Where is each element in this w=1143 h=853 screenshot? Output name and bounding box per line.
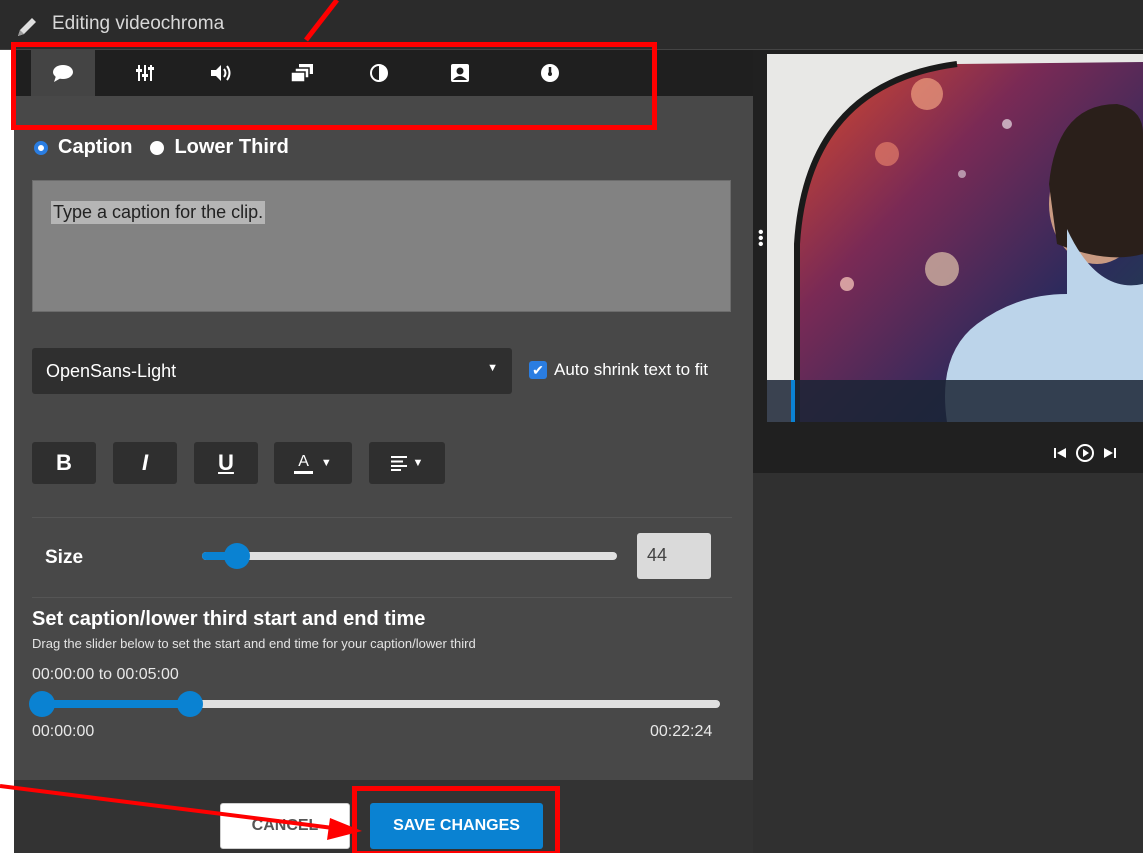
editor-window: Editing videochroma Caption Lower Third … (0, 0, 1143, 853)
caption-radio[interactable] (34, 140, 48, 155)
panel-resize-handle[interactable]: • • • (758, 225, 764, 253)
layers-icon (290, 64, 313, 83)
video-area: • • • (753, 50, 1143, 473)
italic-button-label: I (141, 450, 149, 475)
tool-tabs (14, 50, 753, 96)
timing-min-label: 00:00:00 (32, 723, 95, 740)
timing-end-knob[interactable] (177, 691, 203, 717)
timing-start-knob[interactable] (29, 691, 55, 717)
cancel-button[interactable]: CANCEL (220, 803, 350, 849)
underline-button-label: U (218, 450, 234, 475)
auto-shrink-checkbox[interactable]: ✔ (529, 361, 547, 379)
play-icon[interactable] (1075, 443, 1095, 463)
divider (32, 597, 732, 598)
gauge-icon (541, 64, 559, 82)
tab-adjustments[interactable] (113, 50, 177, 96)
title-bar: Editing videochroma (0, 0, 1143, 50)
font-select-value: OpenSans-Light (46, 361, 177, 381)
video-frame (767, 54, 1143, 422)
text-color-button[interactable]: A ▼ (274, 442, 352, 484)
caption-editor-panel: Caption Lower Third Type a caption for t… (14, 50, 753, 853)
tab-captions[interactable] (31, 50, 95, 96)
sliders-icon (136, 65, 154, 81)
size-input[interactable]: 44 (637, 533, 711, 579)
auto-shrink-label: Auto shrink text to fit (554, 360, 709, 379)
save-changes-button[interactable]: SAVE CHANGES (370, 803, 543, 849)
tab-portrait[interactable] (428, 50, 492, 96)
caret-down-icon: ▼ (320, 457, 332, 469)
page-title: Editing videochroma (52, 13, 225, 34)
video-preview[interactable] (767, 54, 1143, 422)
font-select[interactable]: OpenSans-Light ▼ (32, 348, 512, 394)
caption-placeholder: Type a caption for the clip. (51, 201, 266, 224)
skip-back-icon[interactable] (1053, 446, 1067, 460)
bold-button[interactable]: B (32, 442, 96, 484)
timing-slider-range (32, 700, 190, 708)
timing-description: Drag the slider below to set the start a… (32, 636, 476, 651)
tab-audio[interactable] (189, 50, 253, 96)
tab-layers[interactable] (270, 50, 334, 96)
preview-panel: • • • (753, 50, 1143, 853)
caption-type-selector: Caption Lower Third (34, 136, 307, 159)
timing-range-text: 00:00:00 to 00:05:00 (32, 666, 179, 683)
timing-max-label: 00:22:24 (650, 723, 713, 740)
contrast-icon (370, 64, 388, 82)
bold-button-label: B (56, 450, 72, 475)
divider (32, 517, 732, 518)
portrait-icon (451, 64, 469, 82)
lower-third-radio-label[interactable]: Lower Third (174, 136, 288, 159)
italic-button[interactable]: I (113, 442, 177, 484)
tab-speed[interactable] (518, 50, 582, 96)
caret-down-icon: ▼ (412, 457, 424, 469)
caption-radio-label[interactable]: Caption (58, 136, 132, 159)
auto-shrink-option[interactable]: ✔ Auto shrink text to fit (529, 360, 708, 380)
skip-forward-icon[interactable] (1103, 446, 1117, 460)
size-slider-knob[interactable] (224, 543, 250, 569)
align-icon (390, 456, 407, 471)
size-slider-track[interactable] (202, 552, 617, 560)
caption-textarea[interactable]: Type a caption for the clip. (32, 180, 731, 312)
underline-button[interactable]: U (194, 442, 258, 484)
lower-third-radio[interactable] (150, 140, 165, 155)
size-label: Size (45, 547, 84, 568)
pencil-icon (18, 18, 36, 36)
speaker-icon (211, 65, 231, 81)
text-color-label: A (294, 453, 313, 474)
align-button[interactable]: ▼ (369, 442, 445, 484)
playback-controls (1053, 443, 1117, 463)
caret-down-icon: ▼ (487, 362, 498, 374)
speech-bubble-icon (53, 65, 73, 82)
timing-title: Set caption/lower third start and end ti… (32, 608, 426, 630)
tab-color[interactable] (347, 50, 411, 96)
